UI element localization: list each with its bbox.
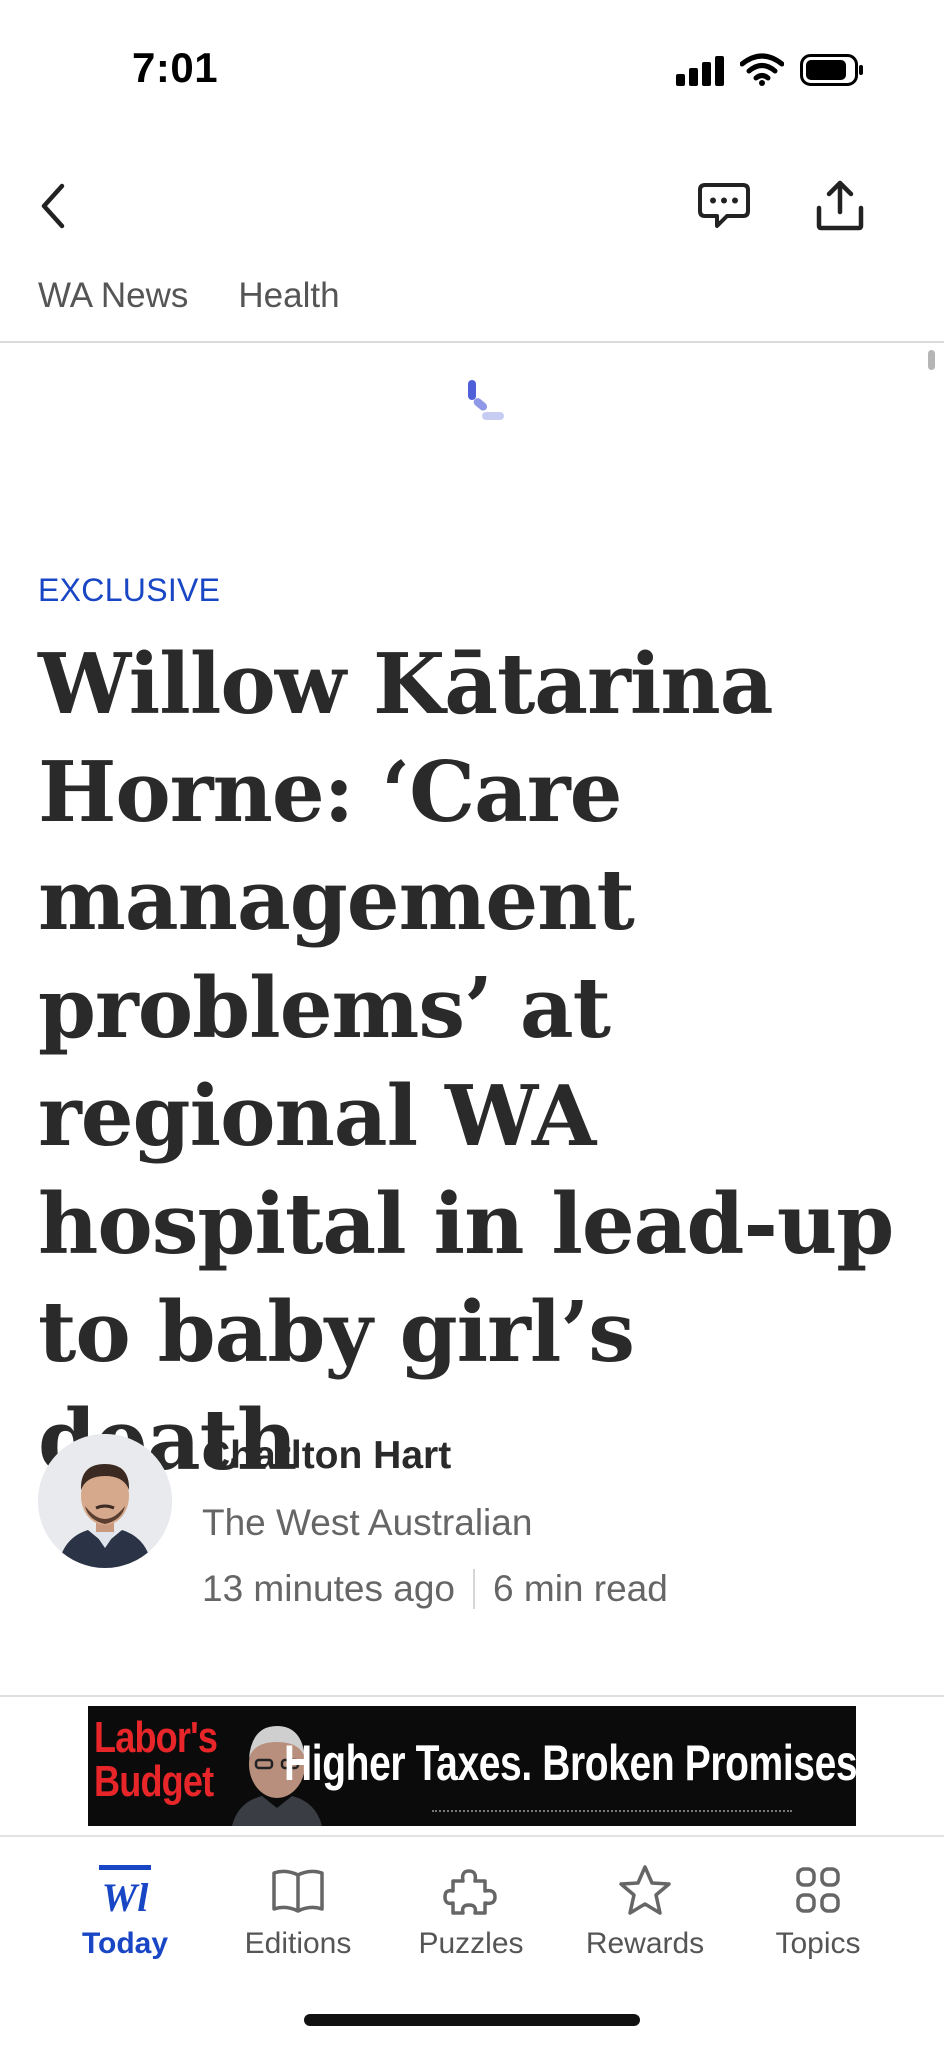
home-indicator[interactable] <box>304 2014 640 2026</box>
scrollbar[interactable] <box>928 350 935 370</box>
ad-fine-print <box>432 1810 792 1814</box>
tab-today[interactable]: Wl Today <box>45 1863 205 1973</box>
loading-spinner-icon <box>464 378 510 424</box>
share-icon <box>816 180 864 231</box>
cellular-signal-icon <box>676 56 726 86</box>
published-time: 13 minutes ago <box>202 1568 456 1609</box>
status-bar: 7:01 <box>0 0 944 140</box>
tab-topics[interactable]: Topics <box>738 1863 898 1973</box>
ad-main-text: Higher Taxes. Broken Promises. <box>284 1735 856 1791</box>
author-byline: Charlton Hart The West Australian 13 min… <box>38 1430 918 1630</box>
breadcrumb-wa-news[interactable]: WA News <box>38 276 188 326</box>
author-name[interactable]: Charlton Hart <box>202 1434 451 1478</box>
divider <box>0 341 944 343</box>
puzzle-icon <box>443 1869 497 1915</box>
tab-rewards[interactable]: Rewards <box>565 1863 725 1973</box>
comments-button[interactable] <box>692 174 756 238</box>
today-logo-icon: Wl <box>99 1865 151 1919</box>
article-kicker: EXCLUSIVE <box>38 572 221 608</box>
tab-label: Puzzles <box>418 1927 524 1960</box>
svg-text:Wl: Wl <box>102 1875 150 1919</box>
back-button[interactable] <box>28 178 78 234</box>
share-button[interactable] <box>808 174 872 238</box>
article-headline: Willow Kātarina Horne: ‘Care management … <box>38 635 894 1489</box>
grid-icon <box>796 1867 840 1913</box>
tab-label: Today <box>81 1927 169 1960</box>
ad-left-text: Labor's Budget <box>94 1713 218 1806</box>
chevron-left-icon <box>41 183 65 229</box>
breadcrumb: WA News Health <box>38 276 340 326</box>
author-avatar[interactable] <box>38 1434 172 1568</box>
navigation-bar <box>0 160 944 250</box>
status-time: 7:01 <box>132 44 219 91</box>
battery-icon <box>800 54 864 86</box>
read-time: 6 min read <box>493 1568 668 1609</box>
tab-label: Topics <box>775 1927 861 1960</box>
publication-name: The West Australian <box>202 1502 533 1543</box>
meta-separator <box>473 1569 476 1609</box>
comment-icon <box>698 183 750 228</box>
tab-label: Rewards <box>585 1927 705 1960</box>
tab-puzzles[interactable]: Puzzles <box>391 1863 551 1973</box>
article-meta: 13 minutes ago 6 min read <box>202 1568 668 1610</box>
breadcrumb-health[interactable]: Health <box>238 276 339 326</box>
tab-editions[interactable]: Editions <box>218 1863 378 1973</box>
book-icon <box>272 1869 324 1913</box>
wifi-icon <box>739 52 785 86</box>
advertisement-banner[interactable]: Labor's Budget Higher Taxes. Broken Prom… <box>88 1706 856 1826</box>
star-icon <box>619 1865 671 1915</box>
divider <box>0 1695 944 1697</box>
tab-label: Editions <box>244 1927 352 1960</box>
